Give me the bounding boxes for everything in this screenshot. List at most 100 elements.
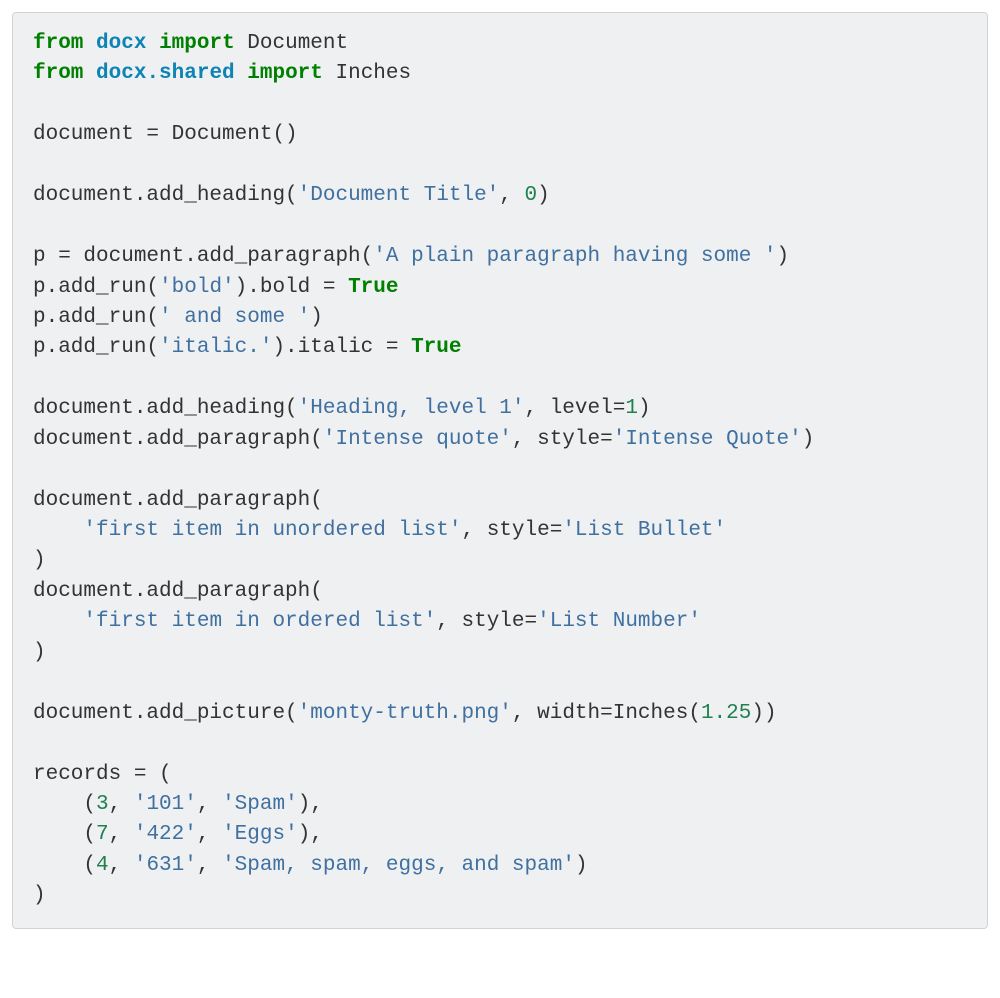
code-text: p = document.add_paragraph(: [33, 245, 373, 268]
number-literal: 1: [625, 397, 638, 420]
code-text: document.add_picture(: [33, 702, 298, 725]
identifier: Document: [247, 32, 348, 55]
code-text: document.add_heading(: [33, 184, 298, 207]
number-literal: 3: [96, 793, 109, 816]
code-line: document.add_paragraph(: [33, 489, 323, 512]
code-text: document.add_paragraph(: [33, 489, 323, 512]
code-text: ,: [197, 823, 222, 846]
code-text: (: [33, 823, 96, 846]
code-line: p.add_run('bold').bold = True: [33, 276, 399, 299]
code-line: document.add_paragraph(: [33, 580, 323, 603]
string-literal: '631': [134, 854, 197, 877]
keyword-from: from: [33, 62, 83, 85]
code-text: )): [751, 702, 776, 725]
number-literal: 4: [96, 854, 109, 877]
number-literal: 1.25: [701, 702, 751, 725]
code-line: records = (: [33, 763, 172, 786]
code-line: p.add_run('italic.').italic = True: [33, 336, 462, 359]
code-line: (3, '101', 'Spam'),: [33, 793, 323, 816]
code-text: document.add_paragraph(: [33, 428, 323, 451]
code-text: , width=Inches(: [512, 702, 701, 725]
code-line: 'first item in unordered list', style='L…: [33, 519, 726, 542]
code-text: records = (: [33, 763, 172, 786]
code-text: document.add_heading(: [33, 397, 298, 420]
code-text: ): [777, 245, 790, 268]
code-text: document.add_paragraph(: [33, 580, 323, 603]
constant-true: True: [348, 276, 398, 299]
string-literal: 'Eggs': [222, 823, 298, 846]
code-text: , style=: [461, 519, 562, 542]
code-line: from docx import Document: [33, 32, 348, 55]
code-line: 'first item in ordered list', style='Lis…: [33, 610, 701, 633]
number-literal: 7: [96, 823, 109, 846]
code-text: document = Document(): [33, 123, 298, 146]
code-line: document.add_picture('monty-truth.png', …: [33, 702, 777, 725]
number-literal: 0: [525, 184, 538, 207]
string-literal: 'A plain paragraph having some ': [373, 245, 776, 268]
code-text: ): [33, 549, 46, 572]
code-line: document.add_heading('Document Title', 0…: [33, 184, 550, 207]
code-line: p = document.add_paragraph('A plain para…: [33, 245, 789, 268]
module-name: docx.shared: [96, 62, 235, 85]
code-line: (4, '631', 'Spam, spam, eggs, and spam'): [33, 854, 588, 877]
code-text: ): [802, 428, 815, 451]
code-text: ,: [109, 823, 134, 846]
code-block: from docx import Document from docx.shar…: [12, 12, 988, 929]
string-literal: 'Heading, level 1': [298, 397, 525, 420]
code-text: , style=: [512, 428, 613, 451]
code-line: ): [33, 641, 46, 664]
code-line: p.add_run(' and some '): [33, 306, 323, 329]
string-literal: 'Spam': [222, 793, 298, 816]
code-line: ): [33, 549, 46, 572]
string-literal: 'Intense Quote': [613, 428, 802, 451]
code-text: ,: [499, 184, 524, 207]
code-text: ,: [109, 793, 134, 816]
keyword-import: import: [159, 32, 235, 55]
code-text: ).bold =: [235, 276, 348, 299]
code-text: p.add_run(: [33, 306, 159, 329]
code-text: ,: [197, 854, 222, 877]
code-text: ): [33, 641, 46, 664]
code-line: from docx.shared import Inches: [33, 62, 411, 85]
code-text: p.add_run(: [33, 276, 159, 299]
identifier: Inches: [336, 62, 412, 85]
code-line: ): [33, 884, 46, 907]
code-text: ),: [298, 793, 323, 816]
string-literal: 'List Bullet': [562, 519, 726, 542]
string-literal: '422': [134, 823, 197, 846]
code-text: [33, 610, 83, 633]
code-text: [33, 519, 83, 542]
code-text: ).italic =: [272, 336, 411, 359]
string-literal: 'first item in unordered list': [83, 519, 461, 542]
string-literal: 'List Number': [537, 610, 701, 633]
string-literal: 'Spam, spam, eggs, and spam': [222, 854, 575, 877]
code-text: ): [33, 884, 46, 907]
code-text: ,: [109, 854, 134, 877]
code-text: , style=: [436, 610, 537, 633]
keyword-import: import: [247, 62, 323, 85]
string-literal: 'monty-truth.png': [298, 702, 512, 725]
code-text: ): [575, 854, 588, 877]
string-literal: ' and some ': [159, 306, 310, 329]
code-text: ): [638, 397, 651, 420]
string-literal: '101': [134, 793, 197, 816]
code-text: , level=: [525, 397, 626, 420]
code-line: document.add_heading('Heading, level 1',…: [33, 397, 651, 420]
code-line: (7, '422', 'Eggs'),: [33, 823, 323, 846]
code-line: document.add_paragraph('Intense quote', …: [33, 428, 814, 451]
code-text: (: [33, 854, 96, 877]
string-literal: 'Document Title': [298, 184, 500, 207]
code-text: ,: [197, 793, 222, 816]
code-text: ),: [298, 823, 323, 846]
constant-true: True: [411, 336, 461, 359]
module-name: docx: [96, 32, 146, 55]
code-text: p.add_run(: [33, 336, 159, 359]
string-literal: 'italic.': [159, 336, 272, 359]
code-text: ): [537, 184, 550, 207]
code-text: ): [310, 306, 323, 329]
keyword-from: from: [33, 32, 83, 55]
code-line: document = Document(): [33, 123, 298, 146]
string-literal: 'bold': [159, 276, 235, 299]
string-literal: 'first item in ordered list': [83, 610, 436, 633]
string-literal: 'Intense quote': [323, 428, 512, 451]
